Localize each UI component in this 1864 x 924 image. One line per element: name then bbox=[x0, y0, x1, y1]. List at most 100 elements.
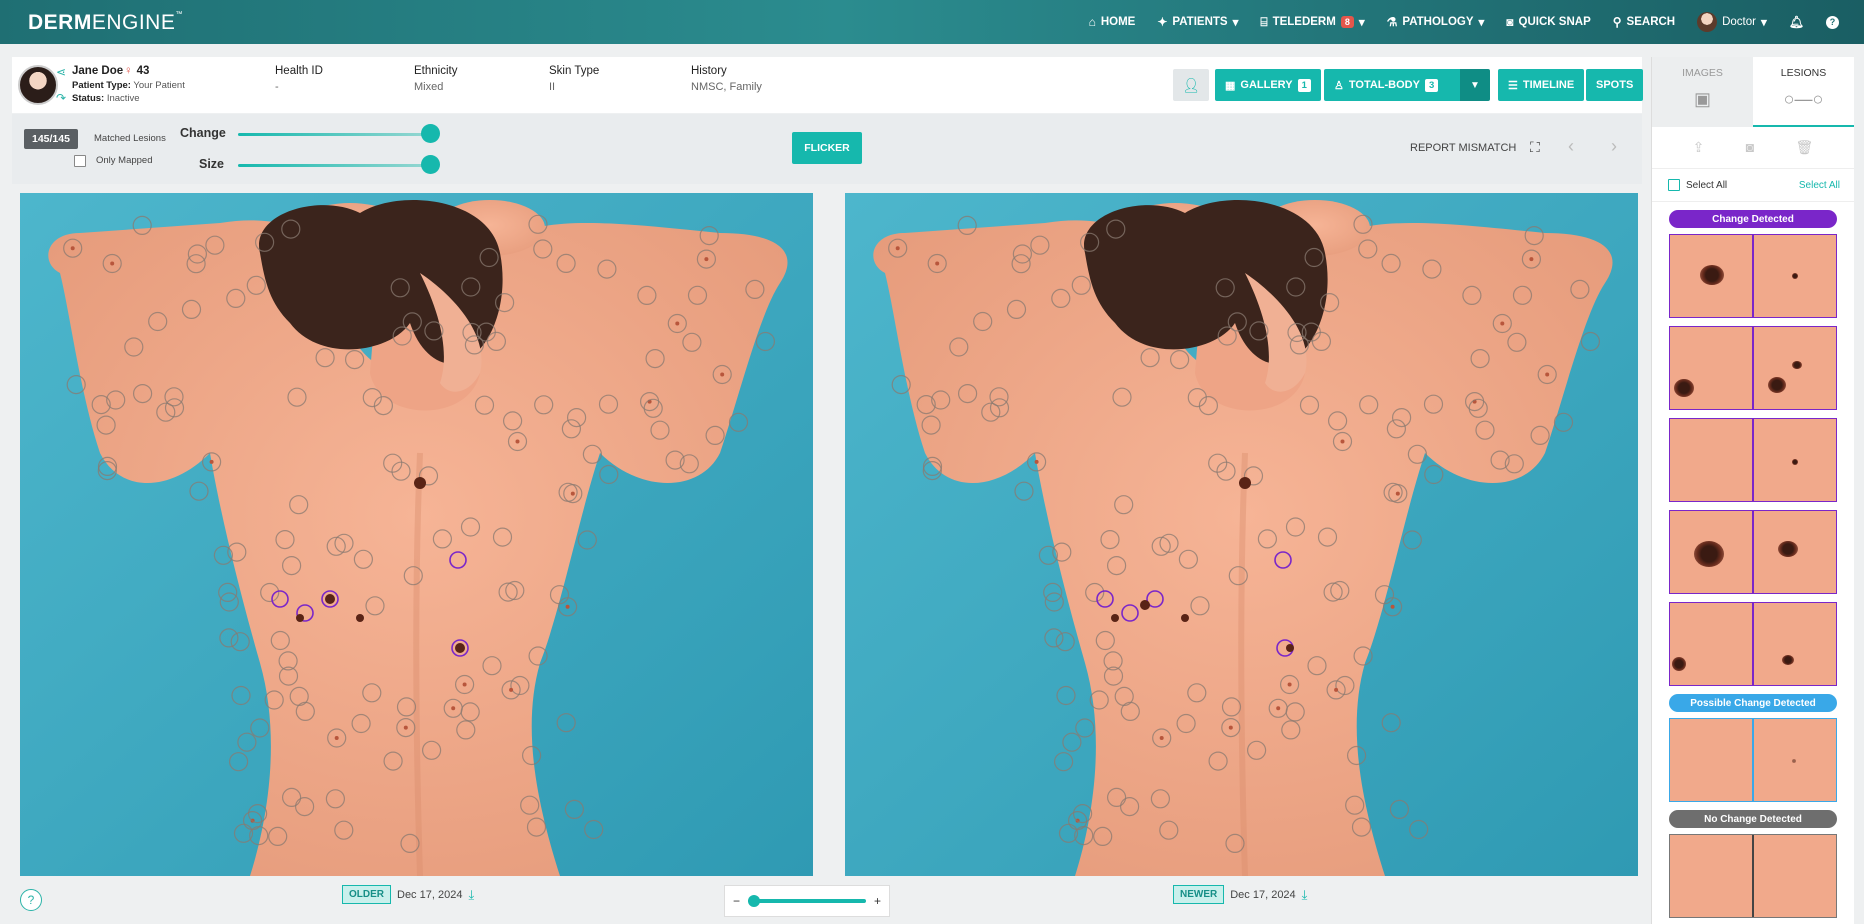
total-body-dropdown[interactable]: ▼ bbox=[1460, 69, 1490, 101]
lesion-thumbnail[interactable] bbox=[1669, 510, 1837, 594]
lesion-thumb-newer bbox=[1752, 235, 1836, 317]
lesion-thumb-older bbox=[1670, 719, 1752, 801]
nav-pathology[interactable]: ⚗ PATHOLOGY ▾ bbox=[1376, 15, 1496, 29]
lesion-thumbnail[interactable] bbox=[1669, 418, 1837, 502]
nav-notifications[interactable]: 🔔︎ bbox=[1778, 15, 1815, 29]
gallery-count-badge: 1 bbox=[1297, 78, 1311, 92]
question-icon: ? bbox=[27, 893, 35, 907]
lesion-thumbnail[interactable] bbox=[1669, 834, 1837, 918]
nav-search[interactable]: ⚲ SEARCH bbox=[1602, 15, 1686, 29]
select-all-checkbox[interactable] bbox=[1668, 179, 1680, 191]
patient-age-value: 43 bbox=[136, 65, 150, 77]
download-icon[interactable]: ⤓ bbox=[1302, 887, 1308, 903]
zoom-out-button[interactable]: − bbox=[733, 894, 740, 908]
lesion-spot bbox=[451, 706, 456, 711]
timeline-button[interactable]: ☰ TIMELINE bbox=[1498, 69, 1585, 101]
lesion-spot bbox=[1287, 682, 1292, 687]
size-slider-track[interactable] bbox=[238, 164, 436, 167]
select-all-link[interactable]: Select All bbox=[1799, 180, 1840, 191]
field-ethnicity: Ethnicity Mixed bbox=[414, 65, 457, 93]
help-icon: ? bbox=[1826, 15, 1839, 29]
field-health-id: Health ID - bbox=[275, 65, 323, 93]
fullscreen-icon[interactable]: ⛶ bbox=[1530, 139, 1540, 156]
trash-icon[interactable]: 🗑︎ bbox=[1796, 139, 1814, 156]
mole bbox=[1286, 644, 1294, 652]
nav-patients[interactable]: ✦ PATIENTS ▾ bbox=[1146, 15, 1249, 29]
lesion-spot bbox=[1034, 459, 1039, 464]
bell-icon: 🔔︎ bbox=[1788, 15, 1804, 29]
lesion-spot bbox=[110, 261, 115, 266]
lesion-thumb-newer bbox=[1752, 603, 1836, 685]
lesion-thumb-older bbox=[1670, 835, 1752, 917]
patient-avatar[interactable] bbox=[18, 65, 58, 105]
patient-status-label: Status: bbox=[72, 93, 105, 104]
mole bbox=[1181, 614, 1189, 622]
total-body-label: TOTAL-BODY bbox=[1348, 79, 1420, 91]
field-skin-type: Skin Type II bbox=[549, 65, 599, 93]
lesion-thumbnail[interactable] bbox=[1669, 234, 1837, 318]
patient-profile-button[interactable]: 👤︎ bbox=[1173, 69, 1209, 101]
lesion-spot bbox=[1228, 725, 1233, 730]
lesion-spot bbox=[675, 321, 680, 326]
lesion-thumbnail[interactable] bbox=[1669, 602, 1837, 686]
right-sidebar: IMAGES ▣ LESIONS ○—○ ⇪ ◙ 🗑︎ Select All Sel… bbox=[1651, 57, 1854, 924]
tab-images[interactable]: IMAGES ▣ bbox=[1652, 57, 1753, 127]
gallery-icon: ▦ bbox=[1225, 79, 1236, 92]
lesion-thumb-newer bbox=[1752, 511, 1836, 593]
older-body-image[interactable] bbox=[20, 193, 813, 876]
nav-home-label: HOME bbox=[1100, 16, 1136, 28]
chevron-right-icon[interactable]: › bbox=[1611, 136, 1617, 157]
tab-lesions[interactable]: LESIONS ○—○ bbox=[1753, 57, 1854, 127]
size-slider-handle[interactable] bbox=[421, 155, 440, 174]
only-mapped-checkbox[interactable] bbox=[74, 155, 86, 167]
nav-help[interactable]: ? bbox=[1815, 15, 1850, 29]
help-button[interactable]: ? bbox=[20, 889, 42, 911]
camera-icon[interactable]: ◙ bbox=[1746, 139, 1754, 156]
chevron-down-icon: ▾ bbox=[1358, 17, 1365, 29]
nav-home[interactable]: ⌂ HOME bbox=[1078, 15, 1147, 29]
lesion-link-icon: ○—○ bbox=[1783, 89, 1824, 109]
nav-user-menu[interactable]: Doctor ▾ bbox=[1686, 12, 1778, 32]
gallery-button[interactable]: ▦ GALLERY 1 bbox=[1215, 69, 1321, 101]
matched-lesions-count: 145/145 bbox=[24, 129, 78, 149]
lesion-spot bbox=[1500, 321, 1505, 326]
nav-telederm[interactable]: ⌸ TELEDERM 8 ▾ bbox=[1249, 15, 1375, 30]
zoom-slider-handle[interactable] bbox=[748, 895, 761, 907]
lesion-thumbnail[interactable] bbox=[1669, 326, 1837, 410]
total-body-button[interactable]: ♙ TOTAL-BODY 3 bbox=[1324, 69, 1460, 101]
spots-button[interactable]: SPOTS bbox=[1586, 69, 1644, 101]
pathology-icon: ⚗ bbox=[1386, 15, 1398, 29]
older-tag: OLDER bbox=[342, 885, 391, 904]
chevron-left-icon[interactable]: ‹ bbox=[1568, 136, 1574, 157]
lesion-thumb-older bbox=[1670, 603, 1752, 685]
home-icon: ⌂ bbox=[1088, 15, 1096, 29]
newer-body-image[interactable] bbox=[845, 193, 1638, 876]
brand-logo[interactable]: DERMENGINE™ bbox=[28, 11, 183, 35]
mole bbox=[325, 594, 335, 604]
report-mismatch-link[interactable]: REPORT MISMATCH bbox=[1410, 142, 1516, 154]
flicker-button[interactable]: FLICKER bbox=[792, 132, 862, 164]
upload-icon[interactable]: ⇪ bbox=[1693, 139, 1705, 156]
lesion-thumb-older bbox=[1670, 327, 1752, 409]
timeline-label: TIMELINE bbox=[1522, 79, 1575, 91]
transfer-icon[interactable]: ↷ bbox=[56, 91, 66, 105]
field-history: History NMSC, Family bbox=[691, 65, 762, 93]
lesion-spot bbox=[935, 261, 940, 266]
newer-image-pane[interactable] bbox=[845, 193, 1638, 876]
download-icon[interactable]: ⤓ bbox=[468, 887, 474, 903]
mole bbox=[455, 643, 465, 653]
patient-name[interactable]: Jane Doe bbox=[72, 65, 123, 77]
chevron-down-icon: ▾ bbox=[1760, 17, 1767, 29]
zoom-in-button[interactable]: + bbox=[874, 894, 881, 908]
zoom-slider[interactable] bbox=[748, 895, 866, 907]
lesion-spot bbox=[1545, 372, 1550, 377]
lesion-thumb-older bbox=[1670, 235, 1752, 317]
older-image-pane[interactable] bbox=[20, 193, 813, 876]
change-slider-track[interactable] bbox=[238, 133, 436, 136]
lesion-thumbnail[interactable] bbox=[1669, 718, 1837, 802]
share-icon[interactable]: ⋖ bbox=[56, 65, 66, 79]
nav-quick-snap[interactable]: ◙ QUICK SNAP bbox=[1495, 15, 1601, 29]
older-pane-footer: OLDER Dec 17, 2024 ⤓ bbox=[342, 885, 474, 904]
change-slider-handle[interactable] bbox=[421, 124, 440, 143]
group-possible-change: Possible Change Detected bbox=[1669, 694, 1837, 712]
